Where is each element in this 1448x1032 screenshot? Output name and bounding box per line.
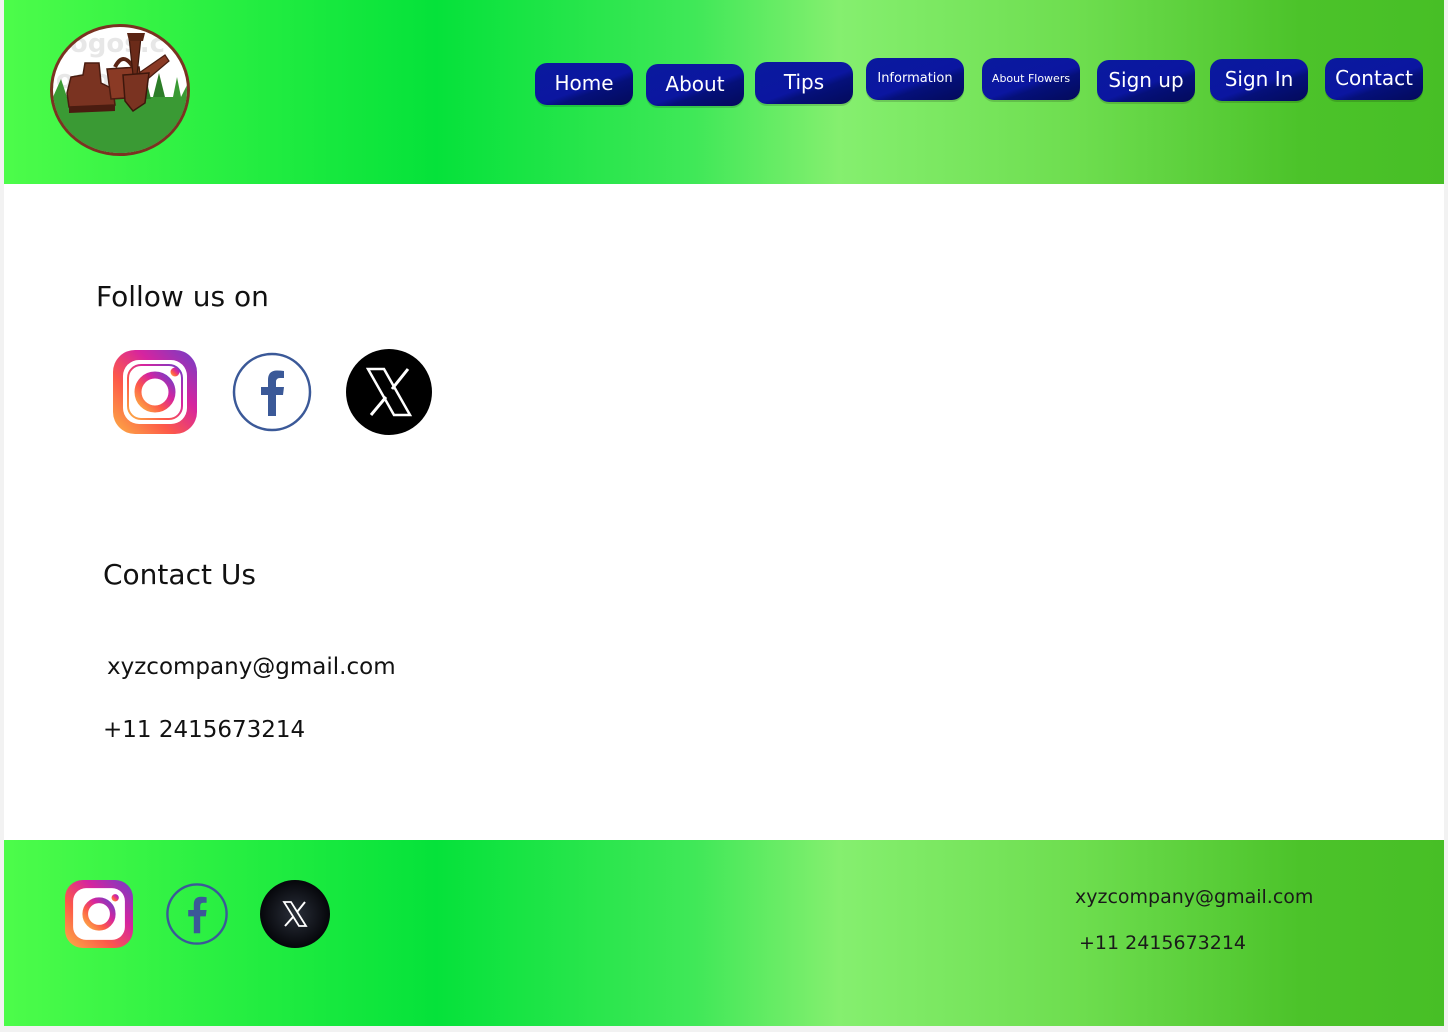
nav-about-label: About <box>665 72 725 96</box>
site-logo[interactable]: logos.c logos.c logos.c <box>50 24 190 156</box>
x-link[interactable] <box>346 349 432 435</box>
facebook-icon <box>232 352 312 432</box>
nav-home-label: Home <box>554 71 614 95</box>
site-header: logos.c logos.c logos.c <box>4 0 1444 184</box>
contact-us-heading: Contact Us <box>103 558 256 591</box>
instagram-icon <box>113 350 197 434</box>
nav-information-button[interactable]: Information <box>866 58 964 100</box>
nav-sign-up-button[interactable]: Sign up <box>1097 60 1195 102</box>
footer-x-link[interactable] <box>260 880 330 948</box>
nav-contact-label: Contact <box>1335 66 1413 90</box>
footer-email[interactable]: xyzcompany@gmail.com <box>1075 886 1313 908</box>
facebook-icon <box>166 883 228 945</box>
footer-phone[interactable]: +11 2415673214 <box>1079 932 1246 954</box>
follow-us-heading: Follow us on <box>96 280 269 313</box>
nav-sign-in-button[interactable]: Sign In <box>1210 59 1308 101</box>
x-icon <box>260 880 330 948</box>
contact-email[interactable]: xyzcompany@gmail.com <box>107 654 396 680</box>
nav-sign-up-label: Sign up <box>1108 68 1184 92</box>
nav-about-flowers-button[interactable]: About Flowers <box>982 58 1080 100</box>
instagram-link[interactable] <box>113 350 197 434</box>
contact-phone[interactable]: +11 2415673214 <box>103 717 305 743</box>
instagram-icon <box>65 880 133 948</box>
site-footer: xyzcompany@gmail.com +11 2415673214 <box>4 840 1444 1026</box>
nav-about-button[interactable]: About <box>646 64 744 106</box>
x-icon <box>346 349 432 435</box>
nav-tips-label: Tips <box>783 70 825 94</box>
nav-home-button[interactable]: Home <box>535 63 633 105</box>
nav-information-label: Information <box>877 70 953 86</box>
nav-tips-button[interactable]: Tips <box>755 62 853 104</box>
page: logos.c logos.c logos.c <box>4 0 1444 1026</box>
nav-contact-button[interactable]: Contact <box>1325 58 1423 100</box>
footer-instagram-link[interactable] <box>64 880 134 948</box>
footer-facebook-link[interactable] <box>165 882 229 946</box>
nav-about-flowers-label: About Flowers <box>991 71 1071 85</box>
gardening-tools-logo-icon <box>53 33 187 153</box>
facebook-link[interactable] <box>232 352 312 432</box>
nav-sign-in-label: Sign In <box>1224 67 1294 91</box>
